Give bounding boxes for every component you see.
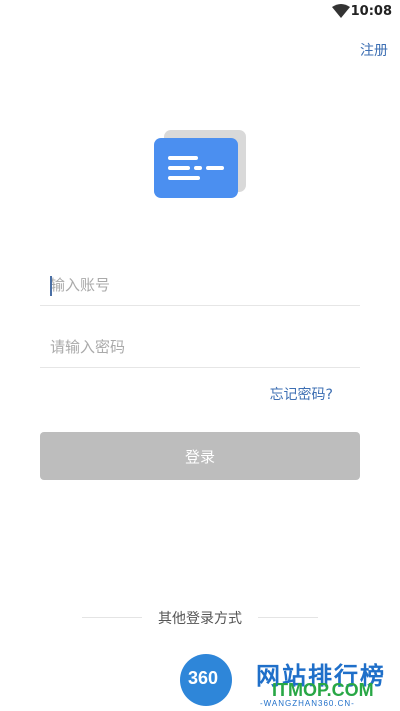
forgot-password-link[interactable]: 忘记密码? bbox=[270, 384, 333, 404]
account-field[interactable] bbox=[40, 264, 360, 306]
text-caret bbox=[50, 276, 52, 296]
login-button[interactable]: 登录 bbox=[40, 432, 360, 480]
message-card-logo-icon bbox=[154, 130, 246, 198]
register-link[interactable]: 注册 bbox=[360, 40, 388, 60]
password-field[interactable] bbox=[40, 326, 360, 368]
status-time: 10:08 bbox=[350, 4, 392, 19]
password-input[interactable] bbox=[40, 326, 360, 367]
wifi-icon bbox=[332, 4, 350, 18]
other-login-divider: 其他登录方式 bbox=[82, 608, 318, 628]
watermark-logo: 360 网站排行榜 ITMOP.COM -WANGZHAN360.CN- bbox=[180, 650, 400, 711]
divider-line-right bbox=[258, 617, 318, 618]
account-input[interactable] bbox=[40, 264, 360, 305]
status-bar: 10:08 bbox=[0, 0, 400, 24]
watermark-en-text: ITMOP.COM bbox=[272, 680, 374, 700]
other-login-label: 其他登录方式 bbox=[158, 611, 242, 627]
watermark-url-text: -WANGZHAN360.CN- bbox=[260, 699, 355, 708]
watermark-number: 360 bbox=[188, 668, 219, 688]
